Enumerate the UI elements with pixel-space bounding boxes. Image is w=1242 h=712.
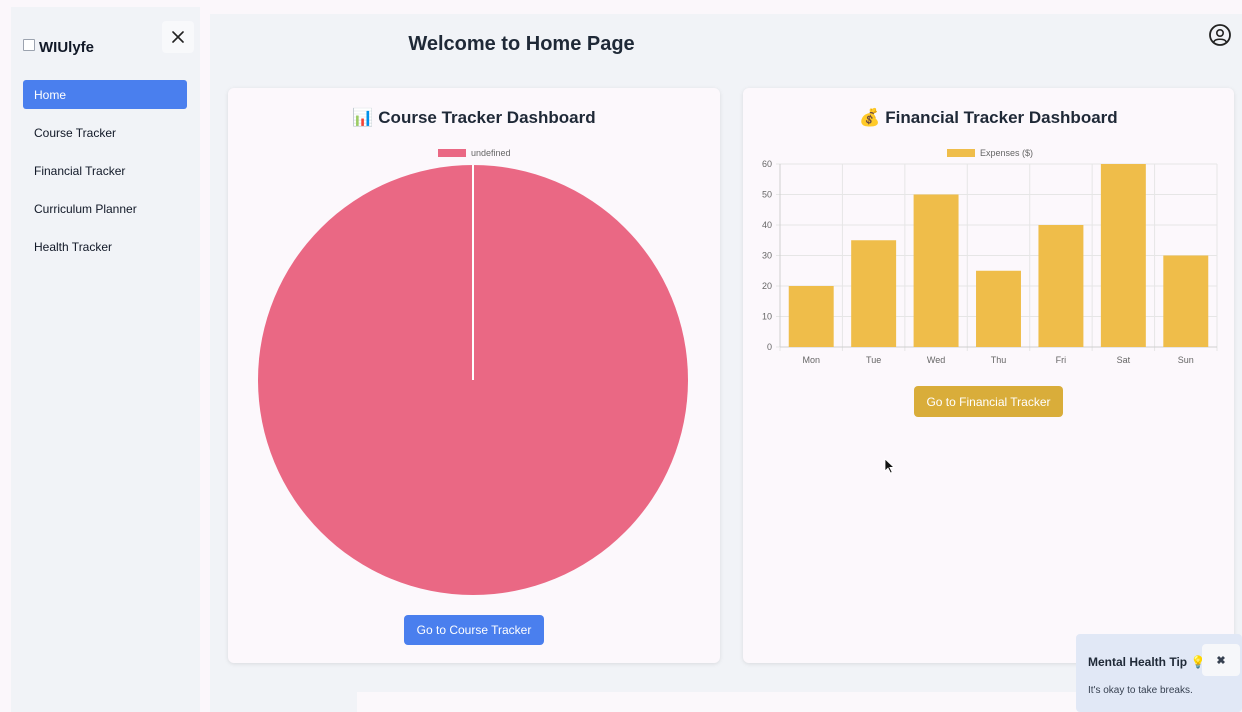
sidebar-item-home[interactable]: Home xyxy=(23,80,187,109)
mental-health-toast: Mental Health Tip 💡 ✖ It's okay to take … xyxy=(1076,634,1242,712)
sidebar-item-label: Home xyxy=(34,87,67,102)
y-tick-label: 40 xyxy=(762,220,772,230)
bar-legend-swatch xyxy=(947,149,975,157)
y-tick-label: 10 xyxy=(762,312,772,322)
bar[interactable] xyxy=(788,286,834,347)
toast-title: Mental Health Tip 💡 xyxy=(1088,655,1206,669)
bar[interactable] xyxy=(913,194,959,348)
y-tick-label: 50 xyxy=(762,190,772,200)
go-to-course-tracker-button[interactable]: Go to Course Tracker xyxy=(404,615,544,645)
sidebar-nav: Home Course Tracker Financial Tracker Cu… xyxy=(23,80,187,270)
x-tick-label: Sat xyxy=(1117,355,1131,365)
sidebar: WIUlyfe Home Course Tracker Financial Tr… xyxy=(11,7,200,712)
x-tick-label: Mon xyxy=(802,355,820,365)
bar-legend[interactable]: Expenses ($) xyxy=(947,148,1033,158)
sidebar-item-course-tracker[interactable]: Course Tracker xyxy=(23,118,187,147)
sidebar-item-financial-tracker[interactable]: Financial Tracker xyxy=(23,156,187,185)
course-tracker-card: 📊 Course Tracker Dashboard undefined Go … xyxy=(228,88,720,663)
course-card-title: 📊 Course Tracker Dashboard xyxy=(352,108,596,127)
bar[interactable] xyxy=(1163,255,1209,348)
sidebar-item-label: Curriculum Planner xyxy=(34,201,137,216)
sidebar-item-health-tracker[interactable]: Health Tracker xyxy=(23,232,187,261)
pie-legend-swatch xyxy=(438,149,466,157)
x-tick-label: Wed xyxy=(927,355,945,365)
toast-message: It's okay to take breaks. xyxy=(1088,685,1193,696)
bar[interactable] xyxy=(851,240,897,347)
sidebar-item-label: Health Tracker xyxy=(34,239,113,254)
bottom-card xyxy=(357,692,1097,712)
x-tick-label: Tue xyxy=(866,355,881,365)
course-pie-chart[interactable] xyxy=(228,163,720,613)
x-tick-label: Fri xyxy=(1056,355,1067,365)
financial-card-title: 💰 Financial Tracker Dashboard xyxy=(859,108,1118,127)
user-circle-icon xyxy=(1209,24,1231,46)
bar[interactable] xyxy=(1100,164,1146,347)
financial-tracker-card: 💰 Financial Tracker Dashboard Expenses (… xyxy=(743,88,1234,663)
page-title: Welcome to Home Page xyxy=(408,33,635,55)
go-to-financial-tracker-button[interactable]: Go to Financial Tracker xyxy=(914,386,1063,417)
bar[interactable] xyxy=(1038,225,1084,347)
pie-legend-label: undefined xyxy=(471,148,511,158)
pie-legend[interactable]: undefined xyxy=(438,148,511,158)
x-tick-label: Thu xyxy=(991,355,1007,365)
y-tick-label: 0 xyxy=(767,342,772,352)
sidebar-item-label: Financial Tracker xyxy=(34,163,126,178)
toast-close-button[interactable]: ✖ xyxy=(1202,644,1240,676)
close-icon: ✖ xyxy=(1216,654,1226,667)
y-tick-label: 60 xyxy=(762,159,772,169)
bar[interactable] xyxy=(976,270,1021,347)
y-tick-label: 30 xyxy=(762,251,772,261)
bar-legend-label: Expenses ($) xyxy=(980,148,1034,158)
mouse-cursor-icon xyxy=(884,458,896,474)
sidebar-item-label: Course Tracker xyxy=(34,125,117,140)
sidebar-item-curriculum-planner[interactable]: Curriculum Planner xyxy=(23,194,187,223)
y-tick-label: 20 xyxy=(762,281,772,291)
x-tick-label: Sun xyxy=(1178,355,1194,365)
profile-button[interactable] xyxy=(1208,23,1232,47)
expenses-bar-chart[interactable]: 0 10 20 30 40 50 60 Mon Tue Wed Thu Fri Sat Sun xyxy=(743,158,1234,378)
